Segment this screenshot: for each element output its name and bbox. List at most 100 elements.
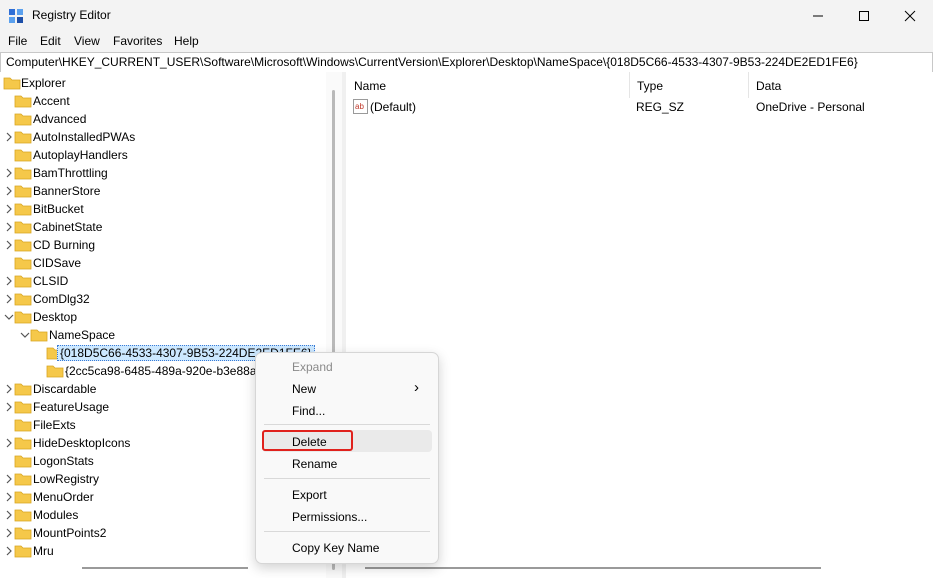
value-name: (Default)	[370, 100, 417, 114]
menu-item-rename[interactable]: Rename	[292, 457, 337, 471]
menu-item-copy-key-name[interactable]: Copy Key Name	[292, 541, 379, 555]
chevron-right-icon[interactable]	[4, 492, 14, 502]
tree-item[interactable]: NameSpace	[20, 326, 320, 344]
tree-label: BitBucket	[33, 202, 84, 216]
folder-icon	[14, 239, 32, 252]
column-header-name[interactable]: Name	[346, 72, 630, 98]
chevron-right-icon[interactable]	[4, 474, 14, 484]
menu-file[interactable]: File	[8, 34, 27, 48]
tree-label: NameSpace	[49, 328, 116, 342]
menu-bar: File Edit View Favorites Help	[0, 31, 933, 52]
menu-item-find[interactable]: Find...	[292, 404, 325, 418]
tree-item[interactable]: BitBucket	[4, 200, 320, 218]
tree-label: Desktop	[33, 310, 78, 324]
menu-item-permissions[interactable]: Permissions...	[292, 510, 367, 524]
tree-label: Explorer	[21, 76, 66, 90]
folder-icon	[14, 401, 32, 414]
chevron-right-icon[interactable]	[4, 240, 14, 250]
chevron-right-icon[interactable]	[4, 204, 14, 214]
chevron-right-icon[interactable]	[4, 294, 14, 304]
maximize-icon	[859, 10, 869, 21]
menu-view[interactable]: View	[74, 34, 100, 48]
column-header-type[interactable]: Type	[629, 72, 749, 98]
chevron-down-icon[interactable]	[4, 312, 14, 322]
menu-separator	[264, 478, 430, 479]
folder-open-icon	[3, 77, 21, 90]
tree-label: BamThrottling	[33, 166, 108, 180]
folder-icon	[14, 221, 32, 234]
folder-icon	[14, 419, 32, 432]
tree-item[interactable]: Accent	[4, 92, 320, 110]
tree-label: HideDesktopIcons	[33, 436, 131, 450]
folder-icon	[14, 545, 32, 558]
chevron-right-icon[interactable]	[4, 276, 14, 286]
minimize-button[interactable]	[795, 0, 841, 31]
value-data: OneDrive - Personal	[756, 100, 865, 114]
tree-label: FileExts	[33, 418, 76, 432]
folder-icon	[46, 365, 64, 378]
address-bar[interactable]: Computer\HKEY_CURRENT_USER\Software\Micr…	[0, 52, 933, 73]
svg-text:ab: ab	[355, 102, 364, 111]
folder-icon	[14, 293, 32, 306]
chevron-right-icon[interactable]	[4, 528, 14, 538]
chevron-right-icon[interactable]	[4, 186, 14, 196]
menu-help[interactable]: Help	[174, 34, 199, 48]
chevron-right-icon[interactable]	[4, 168, 14, 178]
folder-icon	[14, 95, 32, 108]
tree-item[interactable]: AutoInstalledPWAs	[4, 128, 320, 146]
chevron-down-icon[interactable]	[20, 330, 30, 340]
tree-item-explorer[interactable]: Explorer	[0, 74, 300, 92]
menu-item-expand: Expand	[292, 360, 333, 374]
folder-icon	[14, 383, 32, 396]
tree-item[interactable]: AutoplayHandlers	[4, 146, 320, 164]
chevron-right-icon[interactable]	[4, 132, 14, 142]
tree-item[interactable]: CD Burning	[4, 236, 320, 254]
menu-edit[interactable]: Edit	[40, 34, 61, 48]
address-path: Computer\HKEY_CURRENT_USER\Software\Micr…	[6, 55, 858, 69]
context-menu: Expand New › Find... Delete Rename Expor…	[255, 352, 439, 564]
menu-favorites[interactable]: Favorites	[113, 34, 162, 48]
folder-icon	[14, 131, 32, 144]
folder-icon	[14, 455, 32, 468]
folder-icon	[14, 527, 32, 540]
menu-item-export[interactable]: Export	[292, 488, 327, 502]
column-header-data[interactable]: Data	[748, 72, 932, 98]
value-type: REG_SZ	[636, 100, 685, 114]
tree-item[interactable]: CabinetState	[4, 218, 320, 236]
folder-icon	[14, 167, 32, 180]
tree-label: AutoplayHandlers	[33, 148, 128, 162]
tree-item[interactable]: BamThrottling	[4, 164, 320, 182]
tree-item[interactable]: Advanced	[4, 110, 320, 128]
tree-label: MenuOrder	[33, 490, 94, 504]
chevron-right-icon[interactable]	[4, 402, 14, 412]
folder-icon	[14, 509, 32, 522]
tree-item[interactable]: CLSID	[4, 272, 320, 290]
tree-label: Advanced	[33, 112, 87, 126]
chevron-right-icon[interactable]	[4, 384, 14, 394]
chevron-right-icon[interactable]	[4, 510, 14, 520]
menu-item-new[interactable]: New	[292, 382, 316, 396]
tree-label: LogonStats	[33, 454, 94, 468]
tree-item[interactable]: CIDSave	[4, 254, 320, 272]
folder-icon	[14, 275, 32, 288]
folder-icon	[14, 473, 32, 486]
chevron-right-icon[interactable]	[4, 222, 14, 232]
maximize-button[interactable]	[841, 0, 887, 31]
folder-icon	[14, 437, 32, 450]
tree-item[interactable]: BannerStore	[4, 182, 320, 200]
close-button[interactable]	[887, 0, 933, 31]
folder-icon	[14, 149, 32, 162]
values-hscroll-thumb[interactable]	[365, 567, 821, 569]
tree-hscroll-thumb[interactable]	[82, 567, 248, 569]
tree-item[interactable]: ComDlg32	[4, 290, 320, 308]
tree-label: Modules	[33, 508, 79, 522]
column-label: Type	[637, 79, 664, 93]
chevron-right-icon[interactable]	[4, 438, 14, 448]
folder-icon	[14, 257, 32, 270]
chevron-right-icon[interactable]	[4, 546, 14, 556]
tree-label: CD Burning	[33, 238, 96, 252]
close-icon	[904, 10, 916, 21]
tree-label: Discardable	[33, 382, 97, 396]
tree-item[interactable]: Desktop	[4, 308, 320, 326]
tree-label: CabinetState	[33, 220, 103, 234]
